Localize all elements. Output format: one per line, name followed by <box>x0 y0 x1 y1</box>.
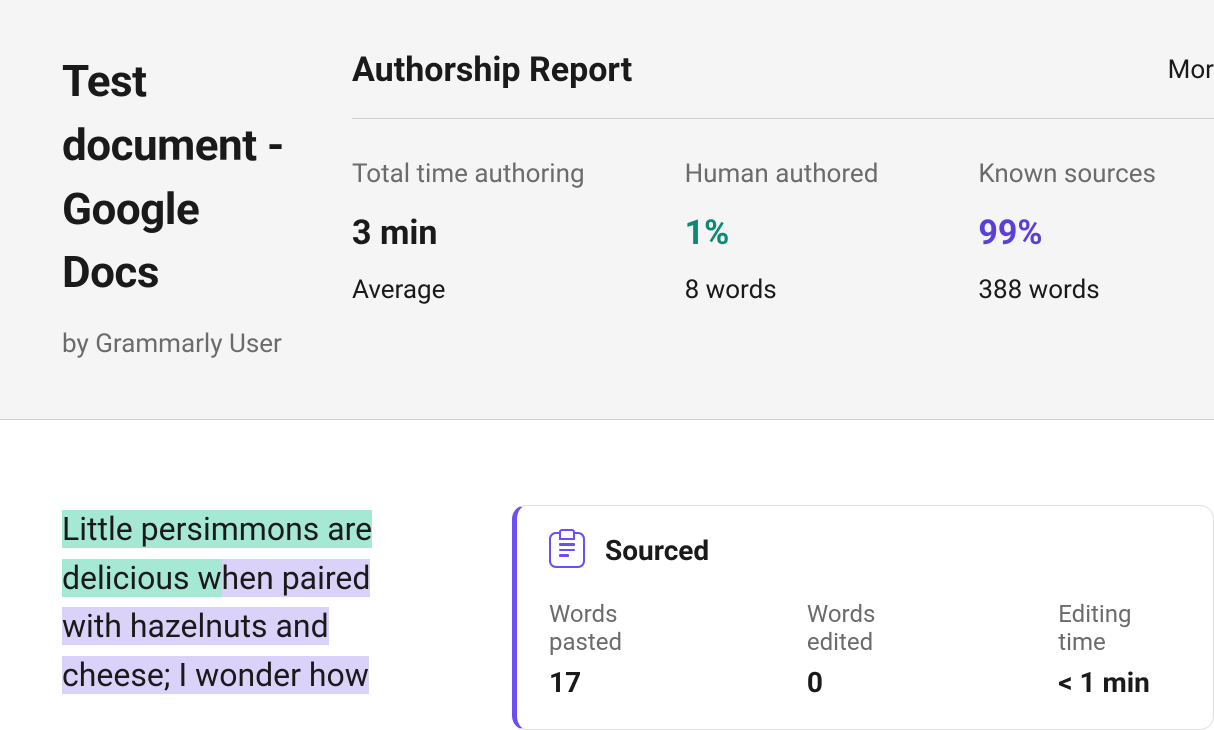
stat-value: 17 <box>549 666 692 699</box>
document-excerpt[interactable]: Little persimmons are delicious when pai… <box>62 505 412 730</box>
report-header-section: Test document - Google Docs by Grammarly… <box>0 0 1214 420</box>
sourced-card-header: Sourced <box>549 532 1181 568</box>
stat-value: < 1 min <box>1058 666 1181 699</box>
authorship-report-section: Authorship Report Mor Total time authori… <box>352 50 1214 359</box>
stat-label: Words pasted <box>549 600 692 656</box>
document-title: Test document - Google Docs <box>62 50 302 305</box>
document-author: by Grammarly User <box>62 329 302 359</box>
stat-words-edited: Words edited 0 <box>807 600 943 699</box>
stat-value: 1% <box>685 213 879 253</box>
stat-human-authored: Human authored 1% 8 words <box>685 159 879 305</box>
stat-sub: 8 words <box>685 275 879 305</box>
stat-label: Editing time <box>1058 600 1181 656</box>
stat-known-sources: Known sources 99% 388 words <box>978 159 1156 305</box>
stat-sub: Average <box>352 275 585 305</box>
stat-value: 99% <box>978 213 1156 253</box>
report-header-row: Authorship Report Mor <box>352 50 1214 119</box>
report-stats-row: Total time authoring 3 min Average Human… <box>352 159 1214 305</box>
stat-total-time: Total time authoring 3 min Average <box>352 159 585 305</box>
sourced-stats-row: Words pasted 17 Words edited 0 Editing t… <box>549 600 1181 699</box>
report-title: Authorship Report <box>352 50 632 90</box>
stat-label: Words edited <box>807 600 943 656</box>
content-section: Little persimmons are delicious when pai… <box>0 420 1214 730</box>
stat-value: 0 <box>807 666 943 699</box>
stat-label: Known sources <box>978 159 1156 189</box>
sourced-card[interactable]: Sourced Words pasted 17 Words edited 0 E… <box>512 505 1214 730</box>
stat-sub: 388 words <box>978 275 1156 305</box>
stat-words-pasted: Words pasted 17 <box>549 600 692 699</box>
sourced-card-title: Sourced <box>605 534 709 567</box>
stat-value: 3 min <box>352 213 585 253</box>
stat-label: Total time authoring <box>352 159 585 189</box>
document-header: Test document - Google Docs by Grammarly… <box>62 50 302 359</box>
clipboard-icon <box>549 532 585 568</box>
more-link[interactable]: Mor <box>1168 55 1214 85</box>
stat-label: Human authored <box>685 159 879 189</box>
stat-editing-time: Editing time < 1 min <box>1058 600 1181 699</box>
